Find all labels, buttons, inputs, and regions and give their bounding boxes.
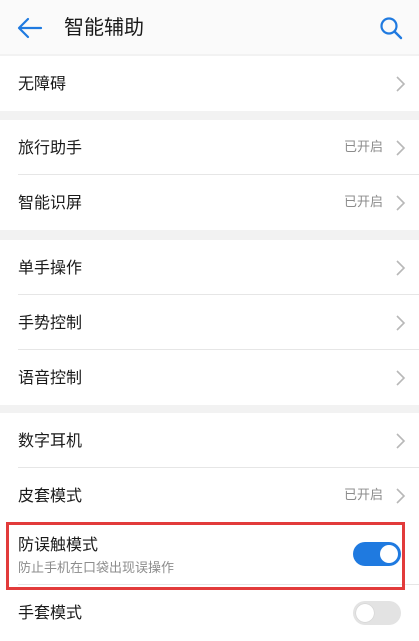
search-icon xyxy=(380,17,403,40)
glove-mode-toggle[interactable] xyxy=(353,601,401,625)
row-label: 手套模式 xyxy=(18,603,83,622)
chevron-right-icon xyxy=(396,140,406,156)
chevron-right-icon xyxy=(396,488,406,504)
settings-group-accessibility: 无障碍 xyxy=(0,56,419,111)
arrow-left-icon xyxy=(17,17,43,39)
row-voice-control[interactable]: 语音控制 xyxy=(0,350,419,405)
toggle-knob xyxy=(356,604,374,622)
status-text: 已开启 xyxy=(343,140,383,155)
settings-group-controls: 单手操作 手势控制 语音控制 xyxy=(0,240,419,405)
row-digital-headset[interactable]: 数字耳机 xyxy=(0,413,419,468)
row-label: 单手操作 xyxy=(18,258,83,277)
status-text: 已开启 xyxy=(343,195,383,210)
row-accessibility[interactable]: 无障碍 xyxy=(0,56,419,111)
chevron-right-icon xyxy=(396,195,406,211)
row-pocket-mode[interactable]: 防误触模式 防止手机在口袋出现误操作 xyxy=(0,523,419,585)
pocket-mode-toggle[interactable] xyxy=(353,542,401,566)
toggle-knob xyxy=(380,545,398,563)
search-button[interactable] xyxy=(375,12,407,44)
row-label: 无障碍 xyxy=(18,74,67,93)
row-glove-mode[interactable]: 手套模式 xyxy=(0,585,419,640)
row-subtitle: 防止手机在口袋出现误操作 xyxy=(18,561,175,576)
chevron-right-icon xyxy=(396,76,406,92)
chevron-right-icon xyxy=(396,315,406,331)
app-header: 智能辅助 xyxy=(0,0,419,54)
row-label: 语音控制 xyxy=(18,368,83,387)
page-title: 智能辅助 xyxy=(64,15,144,39)
row-gesture-control[interactable]: 手势控制 xyxy=(0,295,419,350)
row-label: 智能识屏 xyxy=(18,193,83,212)
chevron-right-icon xyxy=(396,433,406,449)
chevron-right-icon xyxy=(396,370,406,386)
row-smart-screen-recognition[interactable]: 智能识屏 已开启 xyxy=(0,175,419,230)
settings-group-modes: 数字耳机 皮套模式 已开启 防误触模式 防止手机在口袋出现误操作 手套模式 xyxy=(0,413,419,641)
row-label: 手势控制 xyxy=(18,313,83,332)
settings-group-smart: 旅行助手 已开启 智能识屏 已开启 xyxy=(0,120,419,230)
back-button[interactable] xyxy=(14,12,46,44)
status-text: 已开启 xyxy=(343,488,383,503)
row-label: 皮套模式 xyxy=(18,486,83,505)
row-one-hand-mode[interactable]: 单手操作 xyxy=(0,240,419,295)
row-cover-mode[interactable]: 皮套模式 已开启 xyxy=(0,468,419,523)
row-label: 防误触模式 xyxy=(18,535,99,554)
chevron-right-icon xyxy=(396,260,406,276)
row-label: 旅行助手 xyxy=(18,138,83,157)
row-travel-assistant[interactable]: 旅行助手 已开启 xyxy=(0,120,419,175)
row-label: 数字耳机 xyxy=(18,431,83,450)
